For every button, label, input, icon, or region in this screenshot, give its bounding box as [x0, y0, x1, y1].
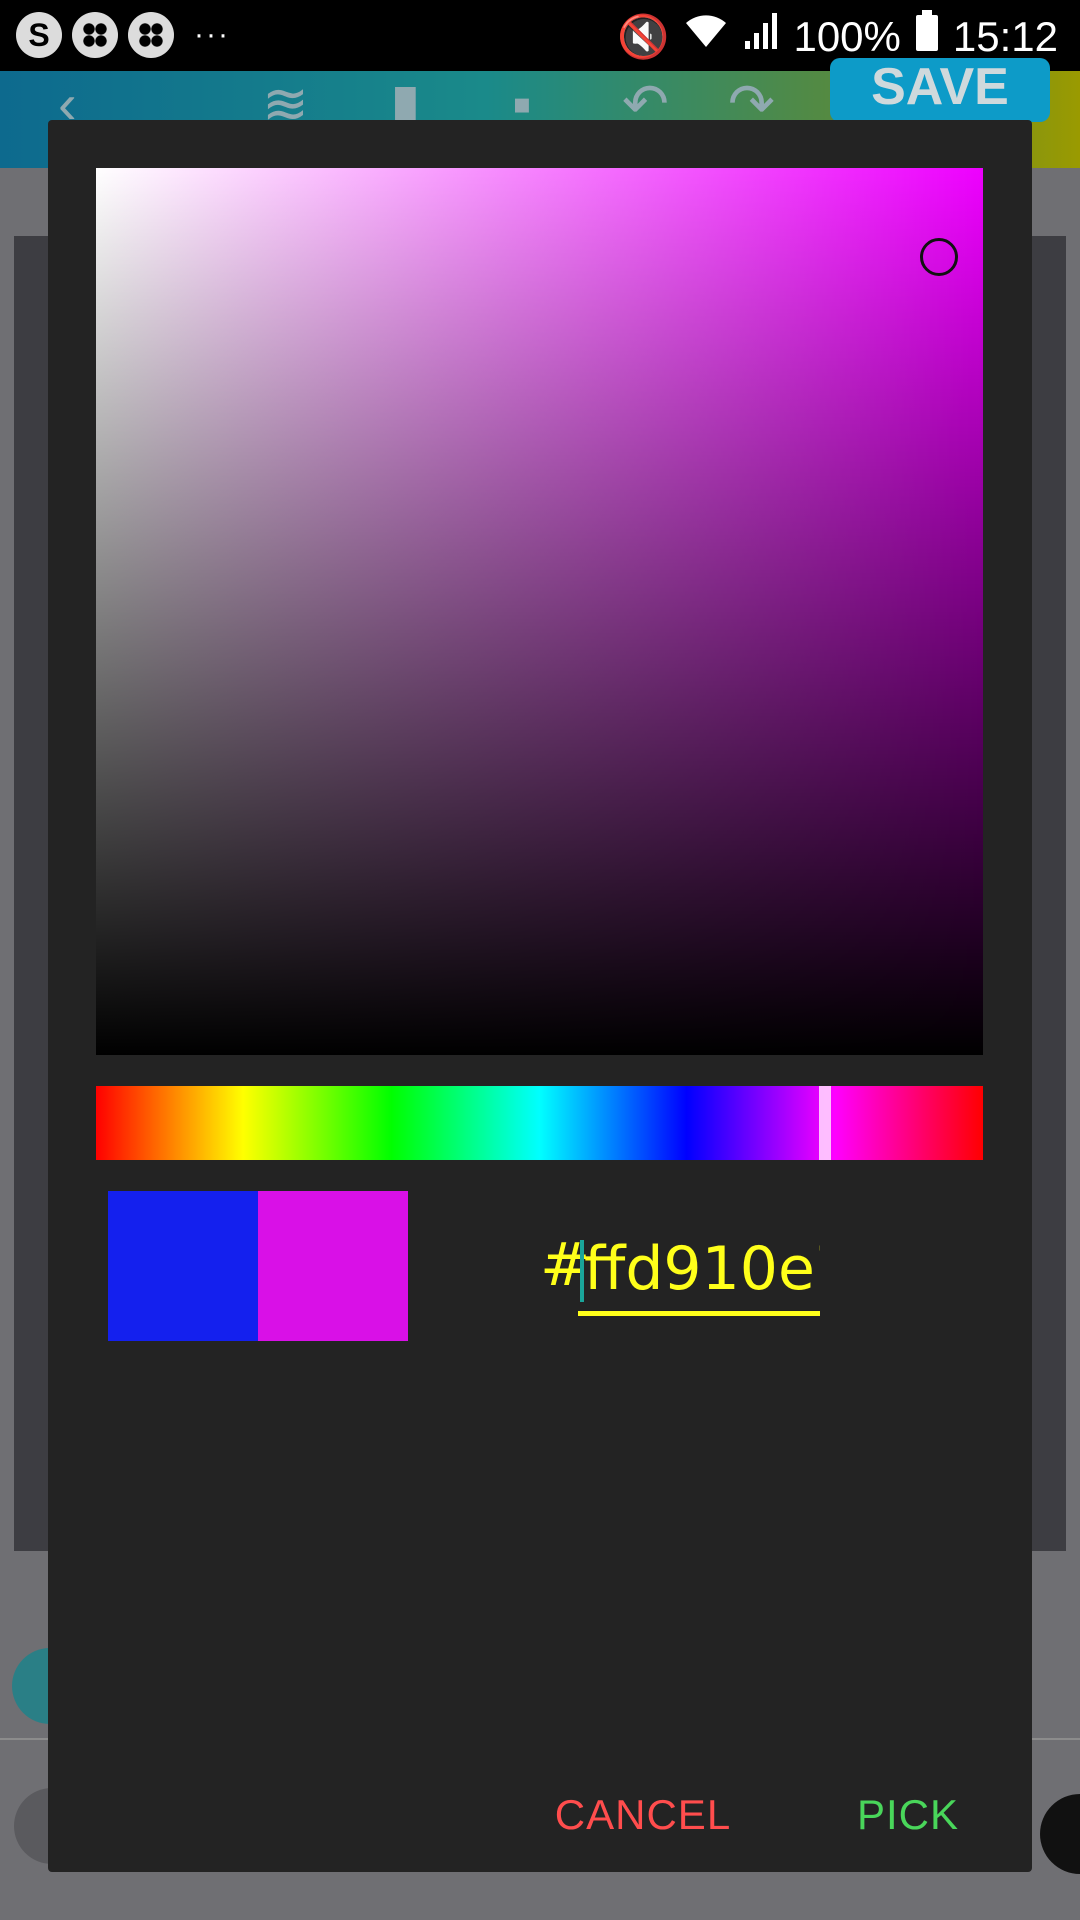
more-notifications-indicator: ··· — [194, 18, 230, 51]
cancel-button[interactable]: CANCEL — [548, 1775, 738, 1855]
action-button[interactable] — [1040, 1794, 1080, 1874]
hue-slider-handle[interactable] — [819, 1086, 832, 1160]
color-picker-dialog: # CANCEL PICK — [48, 120, 1032, 1872]
text-cursor — [580, 1240, 584, 1302]
skype-icon: S — [16, 12, 62, 58]
wifi-icon — [683, 11, 729, 63]
saturation-value-cursor[interactable] — [919, 237, 958, 276]
clock: 15:12 — [952, 13, 1058, 60]
current-color-swatch — [258, 1191, 408, 1341]
previous-color-swatch — [108, 1191, 258, 1341]
hex-input[interactable] — [578, 1226, 820, 1316]
signal-icon — [743, 11, 779, 63]
save-button[interactable]: SAVE — [830, 58, 1050, 122]
pick-button[interactable]: PICK — [838, 1775, 978, 1855]
notification-icons: S ··· — [16, 12, 230, 58]
system-indicators: 🔇 100% 15:12 — [617, 10, 1058, 64]
battery-icon — [915, 10, 939, 64]
battery-percent: 100% — [793, 13, 901, 60]
clover-icon — [72, 12, 118, 58]
clover-icon — [128, 12, 174, 58]
saturation-value-panel[interactable] — [96, 168, 983, 1055]
hue-slider[interactable] — [96, 1086, 983, 1160]
mute-icon: 🔇 — [617, 13, 670, 60]
